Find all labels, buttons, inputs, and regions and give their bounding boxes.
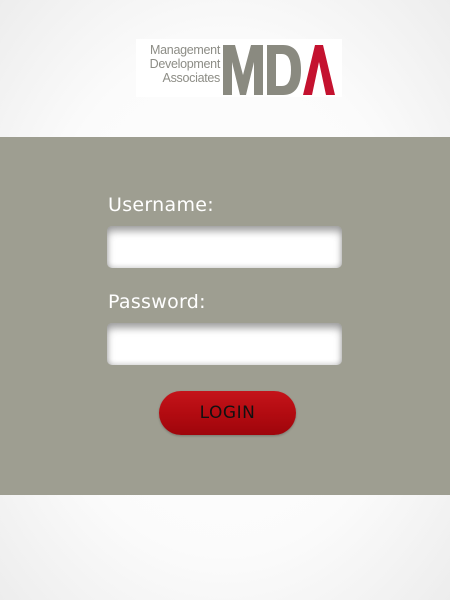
logo-letter-m: [223, 45, 263, 95]
header: Management Development Associates: [0, 0, 450, 137]
logo-text-line-2: Development: [149, 57, 221, 71]
login-button[interactable]: LOGIN: [159, 391, 296, 435]
password-input[interactable]: [107, 323, 342, 365]
mda-logo: Management Development Associates: [136, 39, 342, 97]
logo-company-name: Management Development Associates: [136, 43, 221, 85]
logo-mda-mark: [223, 45, 335, 95]
logo-text-line-1: Management: [150, 43, 220, 57]
logo-letter-d: [267, 45, 301, 95]
username-label: Username:: [108, 194, 214, 216]
logo-letter-a: [303, 45, 335, 95]
username-input[interactable]: [107, 226, 342, 268]
password-label: Password:: [108, 291, 206, 313]
login-panel: Username: Password: LOGIN: [0, 137, 450, 495]
logo-text-line-3: Associates: [162, 71, 221, 85]
